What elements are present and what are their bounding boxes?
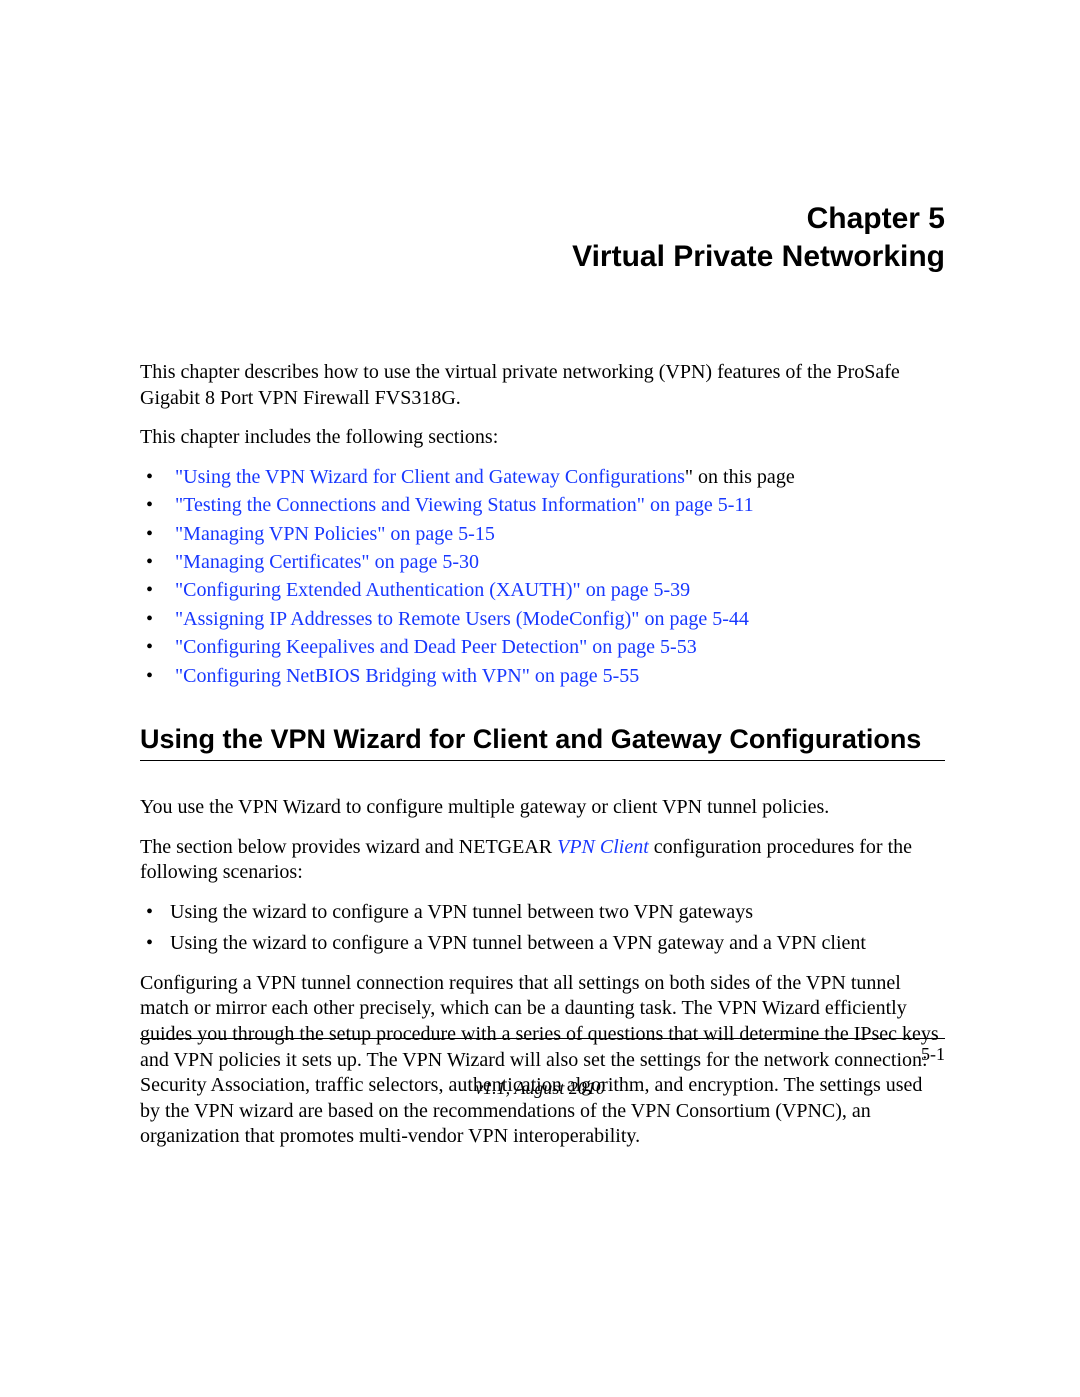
toc-item: "Configuring NetBIOS Bridging with VPN" … bbox=[140, 664, 945, 688]
section-paragraph-1: You use the VPN Wizard to configure mult… bbox=[140, 795, 945, 821]
chapter-header: Chapter 5 Virtual Private Networking bbox=[140, 200, 945, 275]
page-number: 5-1 bbox=[921, 1044, 945, 1065]
section-paragraph-3: Configuring a VPN tunnel connection requ… bbox=[140, 971, 945, 1150]
p2-prefix: The section below provides wizard and NE… bbox=[140, 836, 557, 858]
chapter-number: Chapter 5 bbox=[140, 200, 945, 238]
list-item: Using the wizard to configure a VPN tunn… bbox=[140, 931, 945, 957]
toc-item: "Using the VPN Wizard for Client and Gat… bbox=[140, 465, 945, 489]
toc-item: "Assigning IP Addresses to Remote Users … bbox=[140, 607, 945, 631]
intro-block: This chapter describes how to use the vi… bbox=[140, 360, 945, 451]
toc-link[interactable]: "Managing VPN Policies" on page 5-15 bbox=[175, 523, 495, 545]
toc-link[interactable]: "Testing the Connections and Viewing Sta… bbox=[175, 494, 754, 516]
list-item: Using the wizard to configure a VPN tunn… bbox=[140, 900, 945, 926]
vpn-client-link[interactable]: VPN Client bbox=[557, 836, 649, 858]
toc-item: "Configuring Keepalives and Dead Peer De… bbox=[140, 635, 945, 659]
toc-link[interactable]: "Managing Certificates" on page 5-30 bbox=[175, 551, 479, 573]
toc-link[interactable]: "Configuring NetBIOS Bridging with VPN" … bbox=[175, 665, 639, 687]
footer-version: v1.1, August 2010 bbox=[0, 1078, 1080, 1099]
document-page: Chapter 5 Virtual Private Networking Thi… bbox=[0, 0, 1080, 1397]
toc-link[interactable]: "Using the VPN Wizard for Client and Gat… bbox=[175, 466, 685, 488]
toc-link[interactable]: "Assigning IP Addresses to Remote Users … bbox=[175, 608, 749, 630]
intro-paragraph-1: This chapter describes how to use the vi… bbox=[140, 360, 945, 411]
toc-item: "Managing Certificates" on page 5-30 bbox=[140, 550, 945, 574]
toc-item: "Testing the Connections and Viewing Sta… bbox=[140, 493, 945, 517]
intro-paragraph-2: This chapter includes the following sect… bbox=[140, 425, 945, 451]
chapter-title: Virtual Private Networking bbox=[140, 238, 945, 276]
section-heading: Using the VPN Wizard for Client and Gate… bbox=[140, 724, 945, 761]
toc-item: "Configuring Extended Authentication (XA… bbox=[140, 578, 945, 602]
section-paragraph-2: The section below provides wizard and NE… bbox=[140, 835, 945, 886]
toc-suffix: " on this page bbox=[685, 466, 795, 488]
toc-link[interactable]: "Configuring Keepalives and Dead Peer De… bbox=[175, 636, 697, 658]
toc-link[interactable]: "Configuring Extended Authentication (XA… bbox=[175, 579, 690, 601]
scenario-list: Using the wizard to configure a VPN tunn… bbox=[140, 900, 945, 957]
footer-rule bbox=[140, 1038, 945, 1039]
toc-item: "Managing VPN Policies" on page 5-15 bbox=[140, 522, 945, 546]
toc-list: "Using the VPN Wizard for Client and Gat… bbox=[140, 465, 945, 688]
